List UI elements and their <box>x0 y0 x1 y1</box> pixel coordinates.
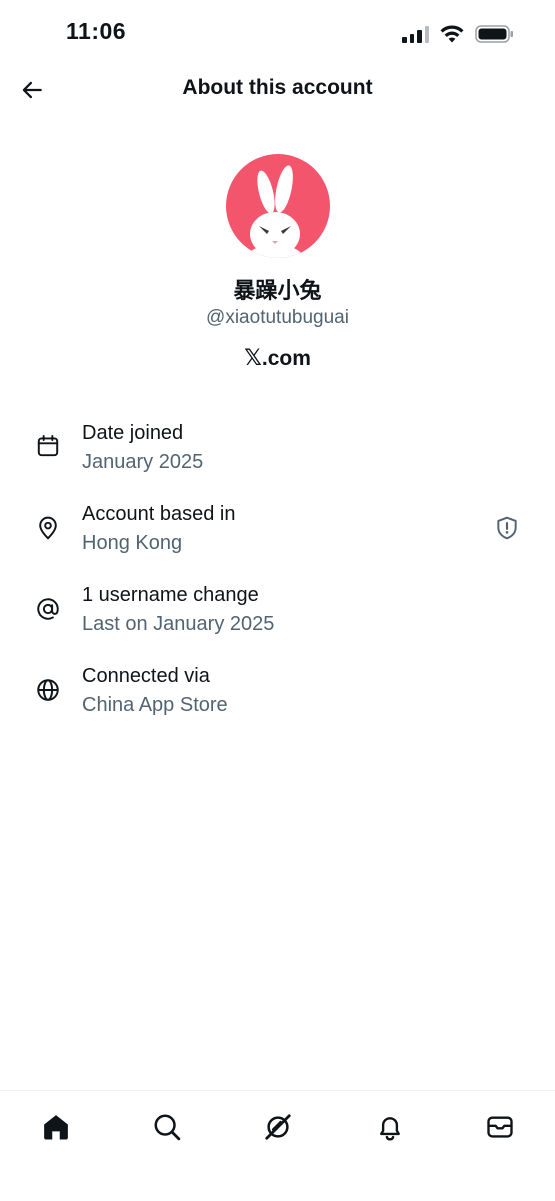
display-name: 暴躁小兔 <box>233 279 322 304</box>
calendar-icon <box>34 432 62 460</box>
bottom-navigation <box>0 1090 555 1201</box>
info-value: China App Store <box>82 694 228 716</box>
search-icon <box>154 1114 181 1141</box>
info-value: Last on January 2025 <box>82 613 275 635</box>
status-time: 11:06 <box>66 18 127 44</box>
x-logo-icon: 𝕏 <box>244 346 262 371</box>
platform-domain-text: .com <box>261 347 311 370</box>
status-icons <box>402 22 515 46</box>
info-date-joined: Date joined January 2025 <box>0 418 555 488</box>
nav-home-button[interactable] <box>36 1107 76 1147</box>
grok-icon <box>265 1114 291 1140</box>
globe-icon <box>34 676 62 704</box>
info-value: January 2025 <box>82 451 204 473</box>
info-label: 1 username change <box>82 584 259 606</box>
info-username-change: 1 username change Last on January 2025 <box>0 580 555 650</box>
info-connected-via: Connected via China App Store <box>0 661 555 731</box>
wifi-icon <box>440 25 464 43</box>
messages-icon <box>487 1116 513 1138</box>
info-label: Date joined <box>82 422 184 444</box>
notifications-icon <box>380 1117 400 1141</box>
platform-domain: 𝕏.com <box>0 346 555 371</box>
battery-icon <box>475 25 513 43</box>
nav-messages-button[interactable] <box>480 1107 520 1147</box>
nav-notifications-button[interactable] <box>370 1107 410 1147</box>
at-sign-icon <box>34 595 62 623</box>
nav-search-button[interactable] <box>147 1107 187 1147</box>
info-value: Hong Kong <box>82 532 183 554</box>
avatar[interactable] <box>226 154 330 258</box>
top-app-bar: About this account <box>0 62 555 118</box>
info-label: Account based in <box>82 503 236 525</box>
rabbit-avatar-icon <box>245 165 305 258</box>
home-icon <box>44 1115 68 1140</box>
shield-alert-button[interactable] <box>493 514 521 542</box>
location-pin-icon <box>34 514 62 542</box>
page-title: About this account <box>182 76 373 99</box>
shield-alert-icon <box>497 516 517 540</box>
cellular-signal-icon <box>402 25 429 43</box>
status-bar: 11:06 <box>0 0 555 62</box>
info-label: Connected via <box>82 665 210 687</box>
nav-grok-button[interactable] <box>258 1107 298 1147</box>
info-account-based-in: Account based in Hong Kong <box>0 499 555 569</box>
username-handle: @xiaotutubuguai <box>206 307 349 328</box>
